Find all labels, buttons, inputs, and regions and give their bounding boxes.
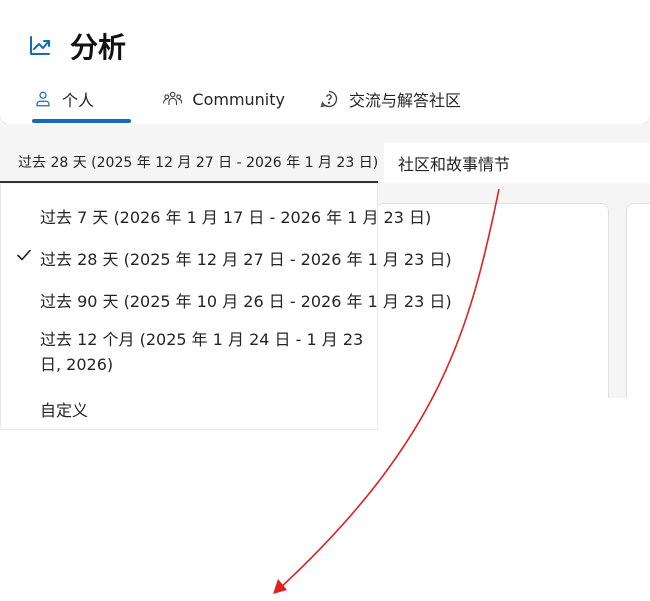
tab-community[interactable]: Community (163, 84, 285, 114)
checkmark-icon (16, 247, 32, 267)
story-box-text: 社区和故事情节 (398, 155, 511, 174)
tab-label: Community (192, 89, 285, 109)
analytics-chart-icon (28, 34, 52, 58)
tab-label: 交流与解答社区 (349, 91, 462, 110)
tab-personal[interactable]: 个人 (32, 84, 134, 123)
tab-list: 个人 Community 交流与解答社区 (32, 84, 461, 124)
tab-qa-community[interactable]: 交流与解答社区 (319, 84, 461, 114)
date-range-dropdown[interactable]: 过去 28 天 (2025 年 12 月 27 日 - 2026 年 1 月 2… (0, 143, 378, 183)
person-icon (36, 91, 50, 107)
header-card: 分析 个人 Community 交流与解答社区 (0, 0, 650, 124)
date-range-value: 过去 28 天 (2025 年 12 月 27 日 - 2026 年 1 月 2… (18, 155, 379, 171)
page-title-row: 分析 (28, 26, 126, 66)
page-title: 分析 (70, 31, 127, 64)
menu-item-custom[interactable]: 自定义 (40, 397, 88, 421)
menu-item-last-90-days[interactable]: 过去 90 天 (2025 年 10 月 26 日 - 2026 年 1 月 2… (40, 288, 452, 312)
community-story-box[interactable]: 社区和故事情节 (384, 143, 650, 183)
people-community-icon (163, 91, 183, 105)
menu-item-last-12-months[interactable]: 过去 12 个月 (2025 年 1 月 24 日 - 1 月 23 日, 20… (40, 327, 378, 377)
tab-label: 个人 (62, 91, 95, 110)
menu-item-last-7-days[interactable]: 过去 7 天 (2026 年 1 月 17 日 - 2026 年 1 月 23 … (40, 204, 431, 228)
metric-card (626, 203, 650, 405)
menu-item-last-28-days[interactable]: 过去 28 天 (2025 年 12 月 27 日 - 2026 年 1 月 2… (40, 246, 452, 270)
question-chat-icon (320, 90, 338, 108)
page-blank-area (378, 398, 650, 601)
